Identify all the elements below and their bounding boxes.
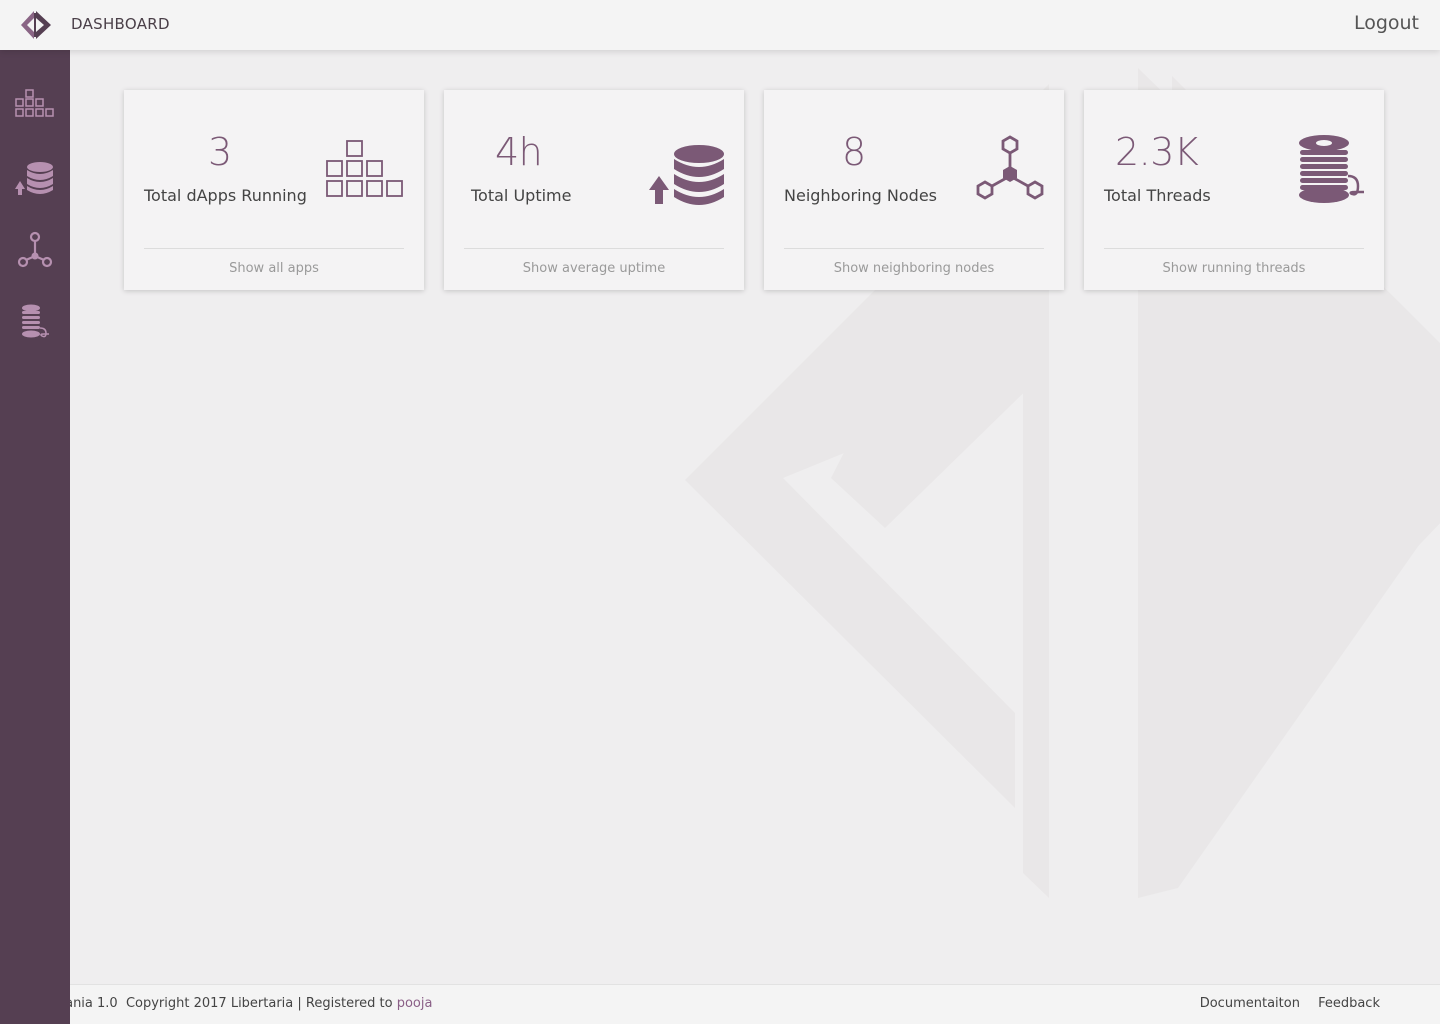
card-value: 4h (495, 130, 543, 174)
card-label: Total Threads (1104, 186, 1211, 205)
card-total-uptime: 4h Total Uptime Show average uptime (444, 90, 744, 290)
card-divider (1104, 248, 1364, 249)
card-value: 2.3K (1115, 130, 1199, 174)
sidebar (0, 50, 70, 1024)
card-value: 3 (208, 130, 232, 174)
card-divider (144, 248, 404, 249)
network-nodes-icon (976, 135, 1044, 200)
show-running-threads-link[interactable]: Show running threads (1084, 261, 1384, 276)
registered-user-link[interactable]: pooja (397, 996, 433, 1011)
database-upload-icon (15, 162, 53, 195)
card-label: Total Uptime (471, 186, 572, 205)
card-label: Total dApps Running (144, 186, 307, 205)
feedback-link[interactable]: Feedback (1318, 996, 1380, 1011)
show-neighboring-nodes-link[interactable]: Show neighboring nodes (764, 261, 1064, 276)
apps-blocks-icon (15, 89, 54, 117)
libertaria-logo[interactable] (20, 10, 52, 40)
sidebar-item-uptime[interactable] (10, 154, 60, 204)
documentation-link[interactable]: Documentaiton (1200, 996, 1300, 1011)
card-neighboring-nodes: 8 Neighboring Nodes Show neighboring nod… (764, 90, 1064, 290)
top-header: DASHBOARD Logout (0, 0, 1440, 50)
apps-blocks-icon (326, 140, 403, 197)
footer: tania 1.0 Copyright 2017 Libertaria | Re… (0, 984, 1440, 1024)
thread-spool-icon (1299, 135, 1364, 203)
card-label: Neighboring Nodes (784, 186, 937, 205)
logout-button[interactable]: Logout (1354, 12, 1419, 34)
footer-version-text: tania 1.0 Copyright 2017 Libertaria | Re… (60, 996, 397, 1011)
thread-spool-icon (22, 304, 49, 338)
card-total-threads: 2.3K Total Threads Show running threads (1084, 90, 1384, 290)
card-divider (464, 248, 724, 249)
sidebar-item-threads[interactable] (10, 297, 60, 347)
card-divider (784, 248, 1044, 249)
sidebar-item-apps[interactable] (10, 80, 60, 130)
card-dapps-running: 3 Total dApps Running Show all apps (124, 90, 424, 290)
footer-copyright: tania 1.0 Copyright 2017 Libertaria | Re… (60, 996, 432, 1011)
main-content: 3 Total dApps Running Show all apps 4h T… (70, 50, 1440, 984)
database-upload-icon (649, 145, 724, 205)
page-title: DASHBOARD (71, 15, 170, 33)
sidebar-item-nodes[interactable] (10, 225, 60, 275)
show-all-apps-link[interactable]: Show all apps (124, 261, 424, 276)
show-average-uptime-link[interactable]: Show average uptime (444, 261, 744, 276)
footer-links: Documentaiton Feedback (1186, 996, 1380, 1011)
card-value: 8 (842, 130, 866, 174)
network-nodes-icon (17, 231, 53, 268)
